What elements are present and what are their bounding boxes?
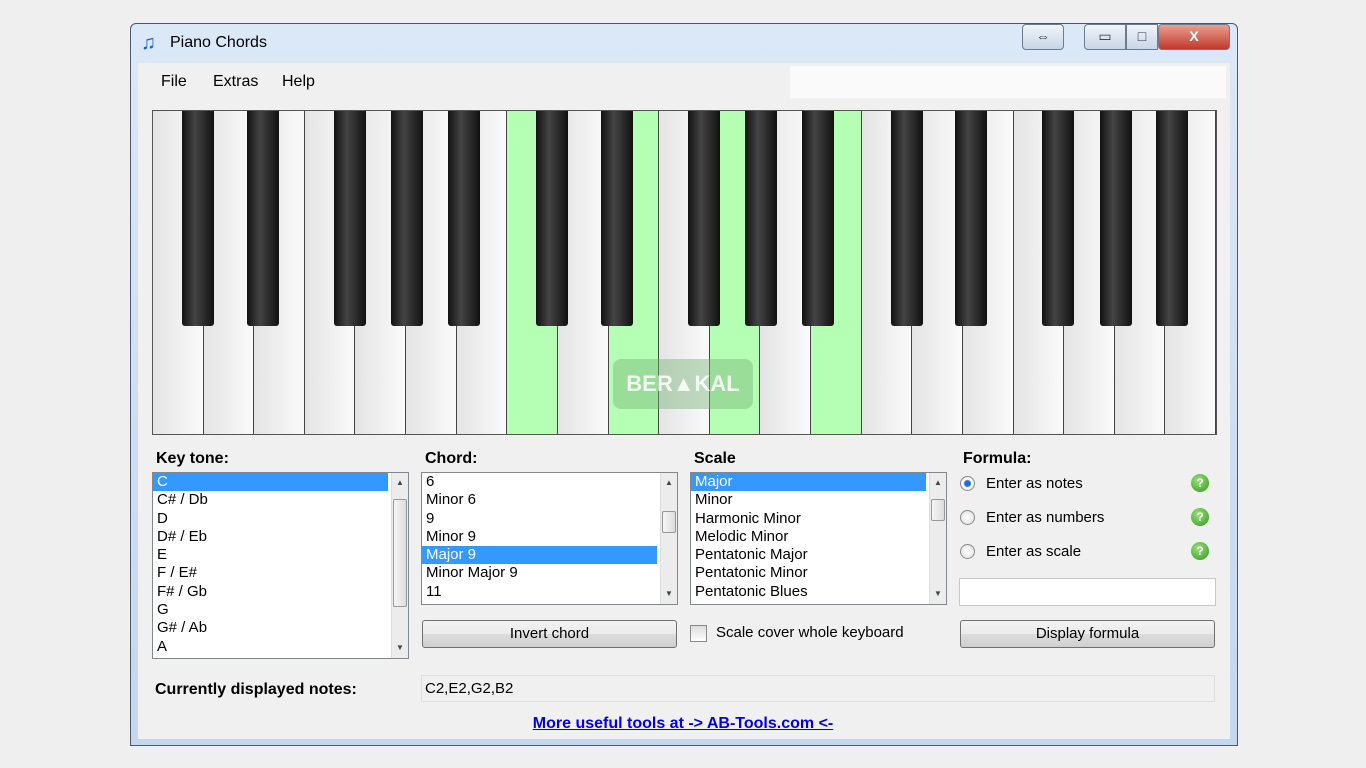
scroll-down-icon[interactable]: ▼ xyxy=(392,640,408,656)
scale-cover-checkbox[interactable] xyxy=(690,625,707,642)
help-icon[interactable]: ? xyxy=(1191,542,1209,560)
menu-extras[interactable]: Extras xyxy=(213,73,258,91)
maximize-button[interactable]: □ xyxy=(1126,24,1158,50)
black-key-A#2[interactable] xyxy=(801,111,834,326)
scroll-up-icon[interactable]: ▲ xyxy=(930,475,946,491)
list-item[interactable]: A xyxy=(153,638,388,656)
scrollbar[interactable]: ▲ ▼ xyxy=(929,473,946,604)
list-item[interactable]: Pentatonic Blues xyxy=(691,583,926,601)
radio-label-notes: Enter as notes xyxy=(986,475,1083,492)
list-item[interactable]: D xyxy=(153,510,388,528)
radio-label-scale: Enter as scale xyxy=(986,543,1082,560)
scale-cover-label: Scale cover whole keyboard xyxy=(716,624,904,641)
list-item[interactable]: F# / Gb xyxy=(153,583,388,601)
list-item[interactable]: D# / Eb xyxy=(153,528,388,546)
list-item[interactable]: C xyxy=(153,473,388,492)
black-key-D#2[interactable] xyxy=(600,111,633,326)
black-key-G#3[interactable] xyxy=(1099,111,1132,326)
chord-label: Chord: xyxy=(425,450,478,467)
scrollbar[interactable]: ▲ ▼ xyxy=(660,473,677,604)
current-notes-label: Currently displayed notes: xyxy=(155,681,357,698)
black-key-F#3[interactable] xyxy=(1042,111,1075,326)
menu-file[interactable]: File xyxy=(161,73,187,91)
watermark-logo: BER▲KAL xyxy=(613,359,753,409)
list-item[interactable]: Major 9 xyxy=(422,546,657,565)
scroll-thumb[interactable] xyxy=(931,499,945,521)
list-item[interactable]: Harmonic Minor xyxy=(691,510,926,528)
formula-input[interactable] xyxy=(959,578,1216,606)
black-key-A#3[interactable] xyxy=(1156,111,1189,326)
list-item[interactable]: 6 xyxy=(422,473,657,491)
display-formula-button[interactable]: Display formula xyxy=(960,620,1215,648)
black-key-C#3[interactable] xyxy=(890,111,923,326)
list-item[interactable]: Pentatonic Minor xyxy=(691,564,926,582)
invert-chord-button[interactable]: Invert chord xyxy=(422,620,677,648)
list-item[interactable]: G xyxy=(153,601,388,619)
list-item[interactable]: Major xyxy=(691,473,926,492)
black-key-G#2[interactable] xyxy=(745,111,778,326)
list-item[interactable]: F / E# xyxy=(153,564,388,582)
chord-list[interactable]: ▲ ▼ 6 Minor 6 9 Minor 9 Major 9 Minor Major 91… xyxy=(421,472,678,605)
formula-label: Formula: xyxy=(963,450,1032,467)
scroll-up-icon[interactable]: ▲ xyxy=(392,475,408,491)
current-notes-field: C2,E2,G2,B2 xyxy=(421,675,1215,702)
scroll-thumb[interactable] xyxy=(393,499,407,607)
scroll-thumb[interactable] xyxy=(662,511,676,533)
resize-icon[interactable]: ⇔ xyxy=(1022,24,1064,50)
keytone-label: Key tone: xyxy=(156,450,229,467)
scroll-up-icon[interactable]: ▲ xyxy=(661,475,677,491)
list-item[interactable]: 11 xyxy=(422,583,657,601)
radio-enter-scale[interactable] xyxy=(960,544,975,559)
close-button[interactable]: X xyxy=(1158,24,1230,50)
black-key-C#1[interactable] xyxy=(181,111,214,326)
list-item[interactable]: E xyxy=(153,546,388,564)
scroll-down-icon[interactable]: ▼ xyxy=(930,586,946,602)
minimize-button[interactable]: ▭ xyxy=(1084,24,1126,50)
menu-help[interactable]: Help xyxy=(282,73,315,91)
list-item[interactable]: C# / Db xyxy=(153,491,388,509)
black-key-C#2[interactable] xyxy=(536,111,569,326)
black-key-D#1[interactable] xyxy=(246,111,279,326)
radio-enter-notes[interactable] xyxy=(960,476,975,491)
list-item[interactable]: G# / Ab xyxy=(153,619,388,637)
black-key-A#1[interactable] xyxy=(447,111,480,326)
radio-enter-numbers[interactable] xyxy=(960,510,975,525)
ab-tools-link[interactable]: More useful tools at -> AB-Tools.com <- xyxy=(0,715,1366,733)
black-key-G#1[interactable] xyxy=(390,111,423,326)
help-icon[interactable]: ? xyxy=(1191,508,1209,526)
scale-list[interactable]: ▲ ▼ Major Minor Harmonic Minor Melodic Minor… xyxy=(690,472,947,605)
black-key-F#1[interactable] xyxy=(333,111,366,326)
help-icon[interactable]: ? xyxy=(1191,474,1209,492)
menu-bar-fill xyxy=(790,66,1226,98)
black-key-D#3[interactable] xyxy=(955,111,988,326)
list-item[interactable]: Minor 6 xyxy=(422,491,657,509)
music-note-icon: ♫ xyxy=(141,32,156,54)
scale-label: Scale xyxy=(694,450,736,467)
black-key-F#2[interactable] xyxy=(688,111,721,326)
list-item[interactable]: Minor xyxy=(691,491,926,509)
list-item[interactable]: 9 xyxy=(422,510,657,528)
scrollbar[interactable]: ▲ ▼ xyxy=(391,473,408,658)
window-title: Piano Chords xyxy=(170,34,267,51)
list-item[interactable]: Minor Major 9 xyxy=(422,564,657,582)
keytone-list[interactable]: ▲ ▼ C C# / Db D D# / Eb E F / E# F# / Gb G G# / A… xyxy=(152,472,409,659)
list-item[interactable]: Melodic Minor xyxy=(691,528,926,546)
list-item[interactable]: Pentatonic Major xyxy=(691,546,926,564)
list-item[interactable]: Minor 9 xyxy=(422,528,657,546)
scroll-down-icon[interactable]: ▼ xyxy=(661,586,677,602)
radio-label-numbers: Enter as numbers xyxy=(986,509,1105,526)
